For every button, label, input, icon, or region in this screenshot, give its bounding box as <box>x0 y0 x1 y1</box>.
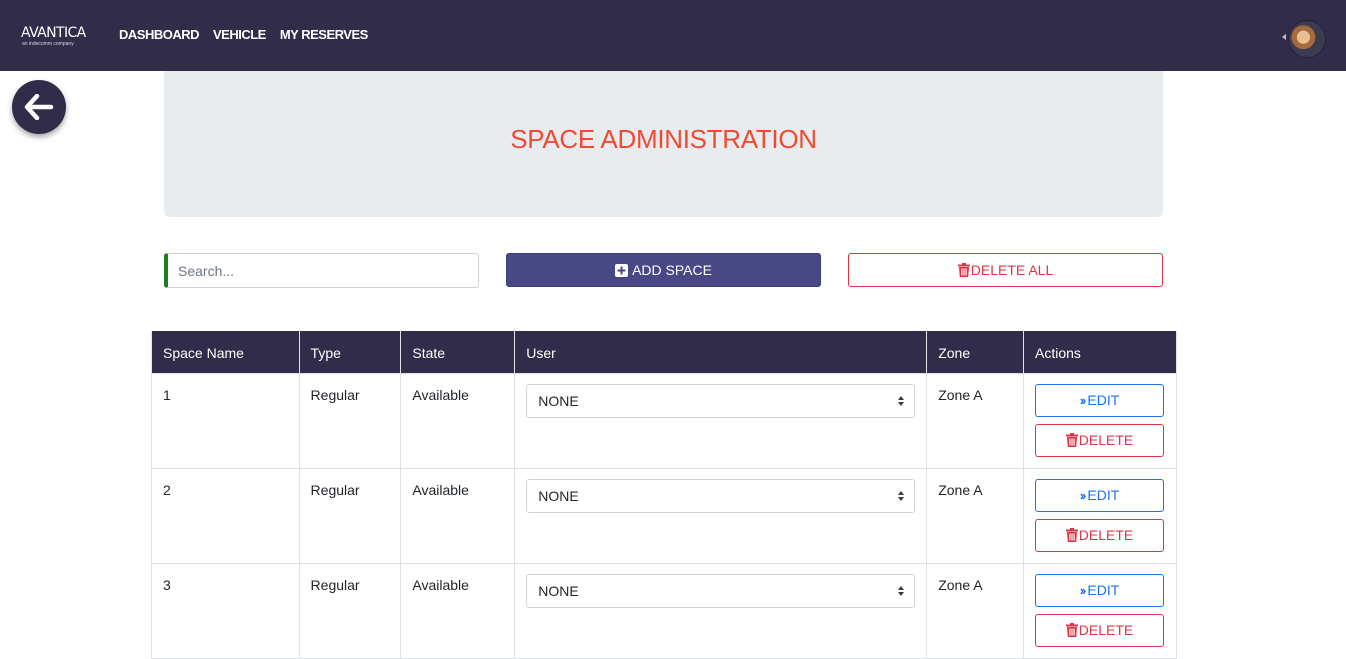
edit-label: EDIT <box>1087 392 1120 408</box>
select-arrows-icon <box>898 395 905 406</box>
edit-button[interactable]: ›› EDIT <box>1034 573 1164 607</box>
plus-square-icon <box>615 263 629 277</box>
spaces-table: Space Name Type State User Zone Actions … <box>151 331 1178 659</box>
cell-user: NONE <box>514 467 928 564</box>
cell-type: Regular <box>298 562 402 659</box>
cell-space-name: 2 <box>151 467 300 564</box>
cell-zone: Zone A <box>926 562 1024 659</box>
column-header-space-name[interactable]: Space Name <box>151 331 300 373</box>
user-select-value: NONE <box>538 392 579 409</box>
delete-label: DELETE <box>1078 527 1134 543</box>
cell-actions: ›› EDIT DELETE <box>1022 562 1178 659</box>
user-select-value: NONE <box>538 582 579 599</box>
edit-button[interactable]: ›› EDIT <box>1034 478 1164 512</box>
edit-button[interactable]: ›› EDIT <box>1034 383 1164 417</box>
edit-label: EDIT <box>1087 582 1120 598</box>
double-chevron-right-icon: ›› <box>1079 487 1087 503</box>
delete-button[interactable]: DELETE <box>1034 518 1164 552</box>
column-header-state[interactable]: State <box>400 331 516 373</box>
trash-icon <box>1065 623 1078 637</box>
add-space-button[interactable]: ADD SPACE <box>506 253 821 287</box>
logo-text: AVANTICA <box>21 25 86 41</box>
cell-state: Available <box>400 562 516 659</box>
caret-left-icon[interactable] <box>1282 34 1286 40</box>
cell-actions: ›› EDIT DELETE <box>1022 467 1178 564</box>
delete-all-button[interactable]: DELETE ALL <box>848 253 1163 287</box>
cell-user: NONE <box>514 562 928 659</box>
cell-actions: ›› EDIT DELETE <box>1022 372 1178 469</box>
cell-state: Available <box>400 372 516 469</box>
delete-label: DELETE <box>1078 622 1134 638</box>
trash-icon <box>1065 433 1078 447</box>
table-header-row: Space Name Type State User Zone Actions <box>151 331 1178 373</box>
table-row: 2 Regular Available NONE Zone A ›› EDIT <box>151 467 1178 564</box>
double-chevron-right-icon: ›› <box>1079 392 1087 408</box>
header-card: SPACE ADMINISTRATION <box>164 71 1163 217</box>
arrow-left-icon <box>24 94 54 120</box>
add-space-label: ADD SPACE <box>632 262 712 278</box>
select-arrows-icon <box>898 490 905 501</box>
column-header-actions: Actions <box>1022 331 1178 373</box>
nav-link-my-reserves[interactable]: MY RESERVES <box>280 27 368 42</box>
delete-all-label: DELETE ALL <box>970 262 1054 278</box>
search-input[interactable] <box>164 253 479 288</box>
trash-icon <box>957 263 970 277</box>
user-select-value: NONE <box>538 487 579 504</box>
back-button[interactable] <box>12 80 66 134</box>
double-chevron-right-icon: ›› <box>1079 582 1087 598</box>
cell-space-name: 1 <box>151 372 300 469</box>
nav-links: DASHBOARD VEHICLE MY RESERVES <box>119 27 368 42</box>
avantica-logo[interactable]: AVANTICA an indecomm company <box>21 25 91 51</box>
delete-button[interactable]: DELETE <box>1034 423 1164 457</box>
cell-zone: Zone A <box>926 467 1024 564</box>
cell-state: Available <box>400 467 516 564</box>
table-row: 1 Regular Available NONE Zone A ›› EDIT <box>151 372 1178 469</box>
user-select[interactable]: NONE <box>526 573 916 608</box>
table-row: 3 Regular Available NONE Zone A ›› EDIT <box>151 562 1178 659</box>
column-header-zone[interactable]: Zone <box>926 331 1024 373</box>
column-header-user[interactable]: User <box>514 331 928 373</box>
delete-label: DELETE <box>1078 432 1134 448</box>
logo-tagline: an indecomm company <box>22 41 74 47</box>
cell-zone: Zone A <box>926 372 1024 469</box>
user-avatar[interactable] <box>1288 20 1326 58</box>
page-title: SPACE ADMINISTRATION <box>510 124 817 154</box>
select-arrows-icon <box>898 585 905 596</box>
cell-user: NONE <box>514 372 928 469</box>
trash-icon <box>1065 528 1078 542</box>
delete-button[interactable]: DELETE <box>1034 613 1164 647</box>
user-select[interactable]: NONE <box>526 383 916 418</box>
top-navbar: AVANTICA an indecomm company DASHBOARD V… <box>0 0 1346 71</box>
nav-link-vehicle[interactable]: VEHICLE <box>213 27 266 42</box>
nav-link-dashboard[interactable]: DASHBOARD <box>119 27 200 42</box>
edit-label: EDIT <box>1087 487 1120 503</box>
cell-space-name: 3 <box>151 562 300 659</box>
user-select[interactable]: NONE <box>526 478 916 513</box>
cell-type: Regular <box>298 372 402 469</box>
cell-type: Regular <box>298 467 402 564</box>
column-header-type[interactable]: Type <box>298 331 402 373</box>
